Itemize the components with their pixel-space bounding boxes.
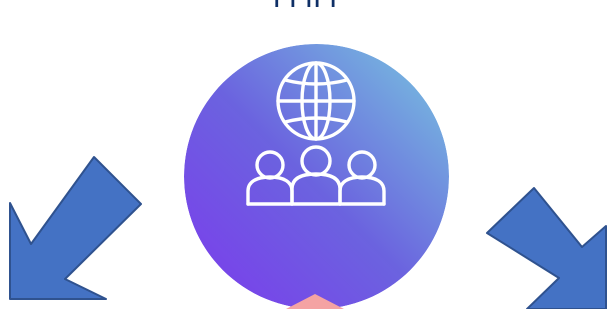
arrow-down-right [485, 178, 608, 309]
globe-people-icon [184, 44, 449, 309]
diagram-canvas: Ⅰ Ⅰ ⅠⅠ Ⅰ [0, 0, 608, 309]
pink-peak-shape [286, 294, 344, 309]
top-label-fragment: Ⅰ Ⅰ ⅠⅠ Ⅰ [180, 0, 430, 15]
arrow-down-right-icon [486, 187, 607, 309]
arrow-down-left-icon [9, 156, 142, 300]
central-hub [184, 44, 449, 309]
pink-peak-icon [286, 294, 344, 309]
arrow-down-left [0, 155, 145, 300]
